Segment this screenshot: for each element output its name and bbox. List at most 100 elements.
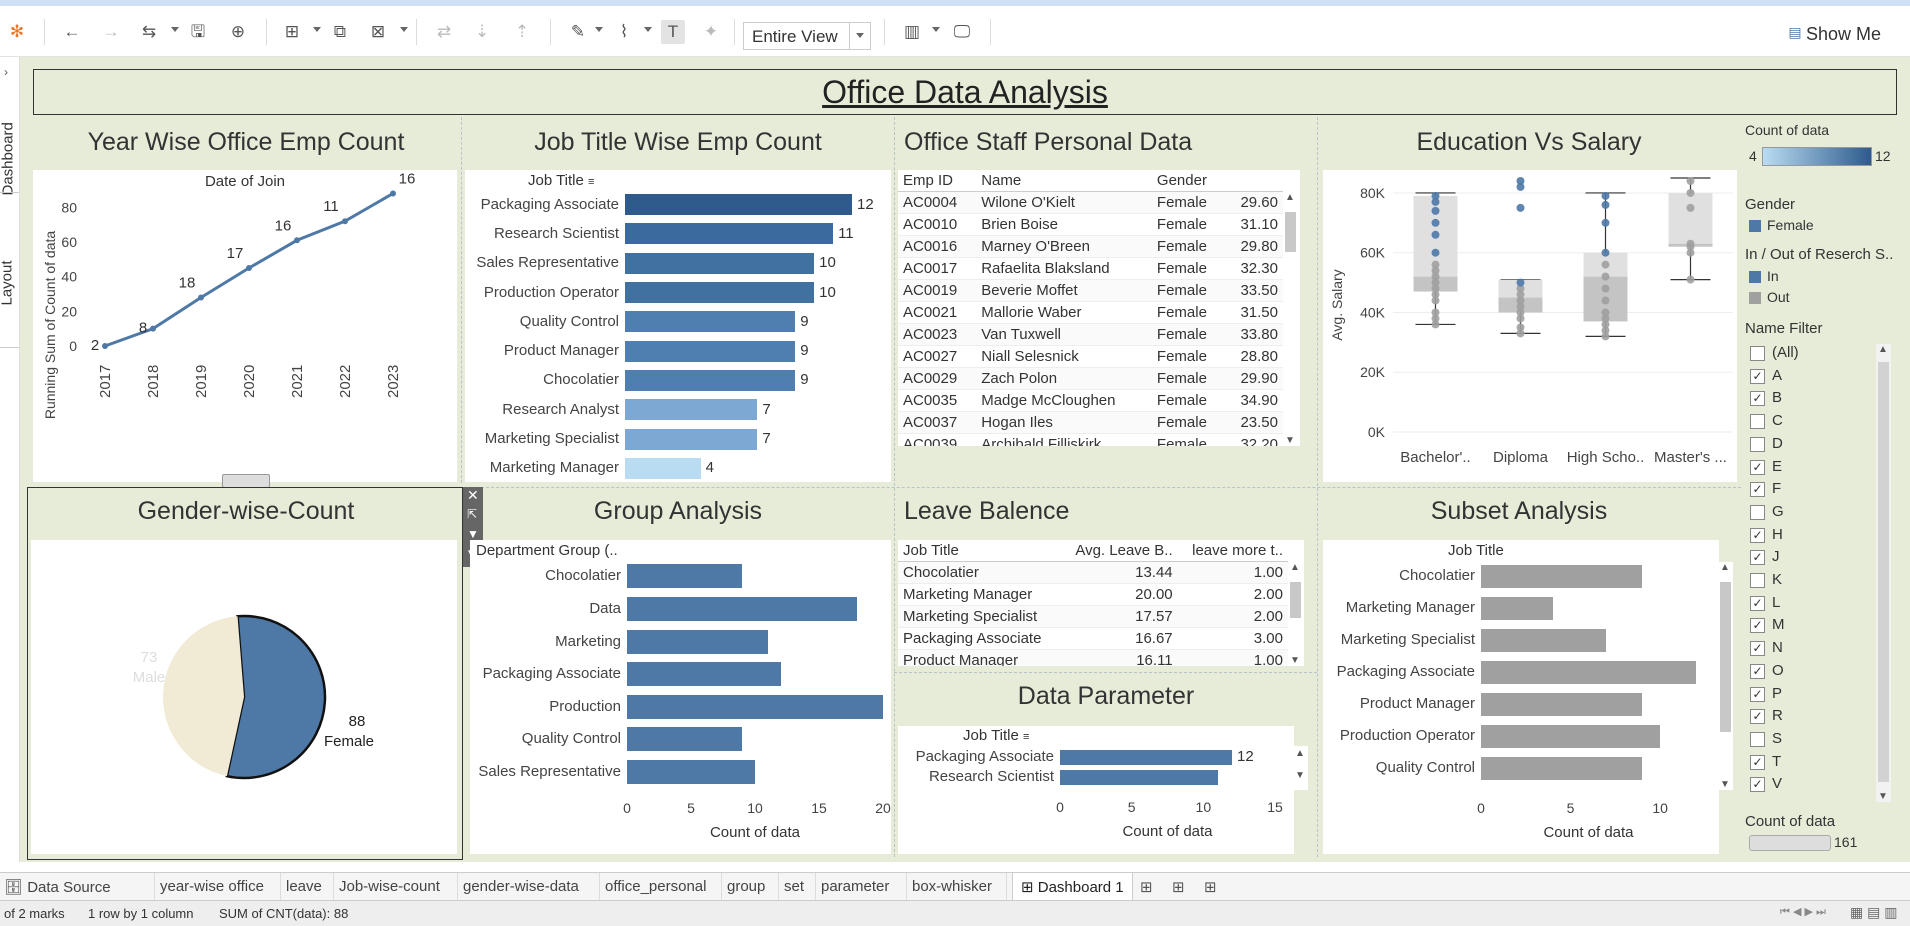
- undo-icon[interactable]: ←: [60, 20, 84, 44]
- salary-point[interactable]: [1431, 230, 1440, 239]
- table-row[interactable]: AC0029 Zach Polon Female 29.90: [898, 367, 1283, 390]
- table-row[interactable]: AC0019 Beverie Moffet Female 33.50: [898, 279, 1283, 302]
- redo-icon[interactable]: →: [99, 20, 123, 44]
- filter-checkbox[interactable]: ✓: [1750, 618, 1765, 634]
- data-point[interactable]: [294, 237, 300, 244]
- salary-point[interactable]: [1686, 239, 1695, 248]
- bar[interactable]: [627, 629, 768, 654]
- new-story-tab-icon[interactable]: ⊞: [1204, 878, 1217, 896]
- table-row[interactable]: Packaging Associate 16.67 3.00: [898, 627, 1288, 650]
- scroll-thumb[interactable]: [1878, 362, 1889, 782]
- bar[interactable]: [625, 457, 701, 479]
- resize-handle[interactable]: [222, 474, 270, 488]
- data-point[interactable]: [342, 218, 348, 225]
- bar[interactable]: [627, 759, 755, 784]
- table-row[interactable]: AC0016 Marney O'Breen Female 29.80: [898, 235, 1283, 258]
- column-header[interactable]: Avg. Leave B..: [1060, 540, 1178, 562]
- salary-point[interactable]: [1516, 176, 1525, 185]
- scroll-down-icon[interactable]: ▼: [1290, 655, 1300, 666]
- bar[interactable]: [625, 311, 796, 333]
- filter-checkbox[interactable]: ✓: [1750, 459, 1765, 475]
- sheet-tab[interactable]: gender-wise-data: [463, 878, 579, 895]
- filter-icon[interactable]: ▼: [467, 527, 479, 541]
- data-point[interactable]: [246, 265, 252, 271]
- salary-point[interactable]: [1431, 308, 1440, 317]
- filter-checkbox[interactable]: [1750, 504, 1765, 520]
- bar[interactable]: [627, 662, 781, 687]
- filter-checkbox[interactable]: ✓: [1750, 368, 1765, 384]
- filter-checkbox[interactable]: ✓: [1750, 686, 1765, 702]
- upper-box[interactable]: [1668, 192, 1713, 244]
- nav-arrows-icon[interactable]: ⏮ ◀ ▶ ⏭: [1780, 905, 1826, 919]
- table-row[interactable]: AC0035 Madge McCloughen Female 34.90: [898, 389, 1283, 412]
- filter-checkbox[interactable]: ✓: [1750, 663, 1765, 679]
- attach-icon[interactable]: ⌇: [612, 20, 636, 44]
- column-header[interactable]: Name: [976, 170, 1152, 192]
- filter-checkbox[interactable]: [1750, 731, 1765, 747]
- salary-point[interactable]: [1601, 284, 1610, 293]
- research-legend-in[interactable]: In: [1767, 268, 1779, 284]
- layout-side-tab[interactable]: Layout: [0, 246, 16, 305]
- filter-scrollbar[interactable]: ▲ ▼: [1876, 344, 1891, 802]
- sort-descending-icon[interactable]: ⇡: [510, 20, 534, 44]
- scroll-down-icon[interactable]: ▼: [1720, 779, 1730, 790]
- clear-sheet-icon[interactable]: ⊠: [366, 20, 390, 44]
- labels-icon[interactable]: T: [661, 20, 685, 44]
- bar[interactable]: [625, 282, 815, 304]
- data-point[interactable]: [198, 294, 204, 301]
- salary-point[interactable]: [1686, 188, 1695, 197]
- new-worksheet-icon[interactable]: ⊞: [280, 20, 304, 44]
- data-point[interactable]: [102, 343, 108, 349]
- table-row[interactable]: Marketing Manager 20.00 2.00: [898, 583, 1288, 606]
- bar[interactable]: [1481, 724, 1661, 748]
- subset-scrollbar[interactable]: ▲ ▼: [1718, 562, 1733, 790]
- data-point[interactable]: [150, 325, 156, 332]
- filter-checkbox[interactable]: ✓: [1750, 482, 1765, 498]
- filter-checkbox[interactable]: ✓: [1750, 641, 1765, 657]
- column-header[interactable]: Job Title: [898, 540, 1061, 562]
- filter-checkbox[interactable]: ✓: [1750, 391, 1765, 407]
- salary-point[interactable]: [1686, 203, 1695, 212]
- salary-point[interactable]: [1601, 260, 1610, 269]
- bar[interactable]: [1481, 756, 1643, 780]
- filter-checkbox[interactable]: ✓: [1750, 550, 1765, 566]
- table-row[interactable]: AC0004 Wilone O'Kielt Female 29.60: [898, 191, 1283, 214]
- salary-point[interactable]: [1431, 206, 1440, 215]
- sort-ascending-icon[interactable]: ⇣: [470, 20, 494, 44]
- param-scrollbar[interactable]: ▲ ▼: [1293, 746, 1308, 790]
- research-legend-out[interactable]: Out: [1767, 289, 1790, 305]
- table-row[interactable]: AC0021 Mallorie Waber Female 31.50: [898, 301, 1283, 324]
- filter-checkbox[interactable]: [1750, 414, 1765, 430]
- bar[interactable]: [625, 252, 815, 274]
- scroll-thumb[interactable]: [1285, 212, 1296, 252]
- bar[interactable]: [625, 223, 834, 245]
- bar[interactable]: [1060, 749, 1232, 765]
- filter-checkbox[interactable]: [1750, 346, 1765, 361]
- salary-point[interactable]: [1601, 308, 1610, 317]
- salary-point[interactable]: [1431, 260, 1440, 269]
- column-header[interactable]: Emp ID: [898, 170, 977, 192]
- sheet-tab[interactable]: year-wise office: [160, 878, 264, 895]
- new-datasource-icon[interactable]: ⊕: [226, 20, 250, 44]
- bar[interactable]: [627, 727, 743, 752]
- salary-point[interactable]: [1601, 296, 1610, 305]
- scroll-down-icon[interactable]: ▼: [1295, 770, 1305, 781]
- salary-point[interactable]: [1601, 218, 1610, 227]
- bar[interactable]: [1481, 660, 1696, 684]
- sort-icon[interactable]: ≡: [588, 176, 594, 188]
- filter-checkbox[interactable]: ✓: [1750, 709, 1765, 725]
- salary-point[interactable]: [1686, 275, 1695, 284]
- tableau-logo-icon[interactable]: ✻: [5, 20, 29, 44]
- bar[interactable]: [1481, 564, 1643, 588]
- table-row[interactable]: AC0010 Brien Boise Female 31.10: [898, 213, 1283, 236]
- pie-slice-male[interactable]: [163, 616, 244, 777]
- filter-checkbox[interactable]: [1750, 573, 1765, 588]
- scroll-up-icon[interactable]: ▲: [1285, 192, 1295, 203]
- table-row[interactable]: AC0017 Rafaelita Blaksland Female 32.30: [898, 257, 1283, 280]
- column-header[interactable]: leave more t..: [1177, 540, 1288, 562]
- sheet-tab[interactable]: 🗄 Data Source: [4, 878, 111, 896]
- bar[interactable]: [1060, 769, 1218, 785]
- salary-point[interactable]: [1431, 248, 1440, 257]
- sheet-tab[interactable]: office_personal: [605, 878, 706, 895]
- salary-point[interactable]: [1601, 191, 1610, 200]
